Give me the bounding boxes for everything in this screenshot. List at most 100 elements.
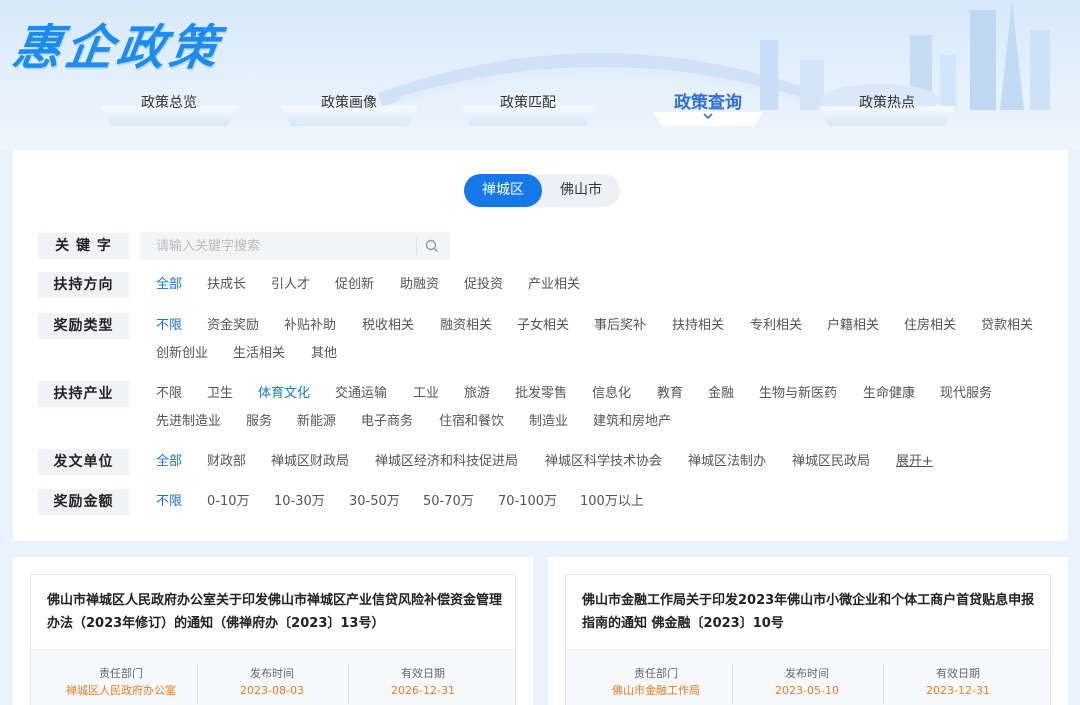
filter-option[interactable]: 现代服务 <box>940 381 992 407</box>
filter-row-reward-type: 奖励类型 不限 资金奖励 补贴补助 税收相关 融资相关 子女相关 事后奖补 扶持… <box>38 313 1058 369</box>
filter-option[interactable]: 住房相关 <box>904 313 956 339</box>
nav-item-matching[interactable]: 政策匹配 <box>459 84 597 128</box>
filter-option[interactable]: 贷款相关 <box>981 313 1033 339</box>
nav-label: 政策总览 <box>141 95 197 111</box>
policy-card-container: 佛山市禅城区人民政府办公室关于印发佛山市禅城区产业信贷风险补偿资金管理办法（20… <box>13 557 533 705</box>
meta-dept: 责任部门 佛山市金融工作局 <box>581 666 731 700</box>
filter-option[interactable]: 生命健康 <box>863 381 915 407</box>
meta-label: 发布时间 <box>785 667 829 680</box>
filter-panel: 禅城区 佛山市 关 键 字 扶持方向 全部 扶成长 引人才 促创新 助融资 促投… <box>13 150 1068 541</box>
filter-option[interactable]: 税收相关 <box>362 313 414 339</box>
filter-option[interactable]: 信息化 <box>592 381 631 407</box>
filter-option[interactable]: 体育文化 <box>258 381 310 407</box>
policy-title[interactable]: 佛山市禅城区人民政府办公室关于印发佛山市禅城区产业信贷风险补偿资金管理办法（20… <box>47 589 503 635</box>
meta-dept: 责任部门 禅城区人民政府办公室 <box>46 666 196 700</box>
filter-option[interactable]: 10-30万 <box>274 489 325 515</box>
nav-item-portrait[interactable]: 政策画像 <box>280 84 418 128</box>
search-input[interactable] <box>140 232 414 260</box>
meta-value: 2023-05-10 <box>775 684 839 697</box>
filter-option[interactable]: 不限 <box>156 489 182 515</box>
policy-title[interactable]: 佛山市金融工作局关于印发2023年佛山市小微企业和个体工商户首贷贴息申报指南的通… <box>582 589 1038 635</box>
filter-option[interactable]: 生物与新医药 <box>759 381 837 407</box>
filter-option[interactable]: 禅城区民政局 <box>792 449 870 475</box>
policy-card[interactable]: 佛山市金融工作局关于印发2023年佛山市小微企业和个体工商户首贷贴息申报指南的通… <box>565 574 1051 705</box>
nav-item-hotspot[interactable]: 政策热点 <box>818 84 956 128</box>
filter-option[interactable]: 补贴补助 <box>284 313 336 339</box>
nav-label: 政策画像 <box>321 95 377 111</box>
meta-publish: 发布时间 2023-08-03 <box>197 666 347 700</box>
policy-meta: 责任部门 佛山市金融工作局 发布时间 2023-05-10 有效日期 2023-… <box>566 649 1050 705</box>
filter-row-keyword: 关 键 字 <box>38 232 1058 262</box>
filter-option[interactable]: 卫生 <box>207 381 233 407</box>
filter-option[interactable]: 禅城区法制办 <box>688 449 766 475</box>
meta-label: 有效日期 <box>401 667 445 680</box>
filter-option[interactable]: 电子商务 <box>361 409 413 435</box>
region-option-chancheng[interactable]: 禅城区 <box>464 174 542 207</box>
filter-option[interactable]: 专利相关 <box>750 313 802 339</box>
filter-option[interactable]: 50-70万 <box>423 489 474 515</box>
nav-label: 政策匹配 <box>500 95 556 111</box>
filter-option[interactable]: 30-50万 <box>349 489 400 515</box>
meta-value: 禅城区人民政府办公室 <box>66 684 176 697</box>
filter-option[interactable]: 财政部 <box>207 449 246 475</box>
filter-option[interactable]: 不限 <box>156 381 182 407</box>
filter-option[interactable]: 100万以上 <box>580 489 644 515</box>
filter-option[interactable]: 全部 <box>156 272 182 298</box>
nav-item-overview[interactable]: 政策总览 <box>100 84 238 128</box>
filter-label: 关 键 字 <box>38 233 129 259</box>
filter-option[interactable]: 禅城区科学技术协会 <box>545 449 662 475</box>
filter-option[interactable]: 0-10万 <box>207 489 250 515</box>
filter-option[interactable]: 教育 <box>657 381 683 407</box>
filter-option[interactable]: 禅城区财政局 <box>271 449 349 475</box>
filter-option[interactable]: 产业相关 <box>528 272 580 298</box>
policy-card[interactable]: 佛山市禅城区人民政府办公室关于印发佛山市禅城区产业信贷风险补偿资金管理办法（20… <box>30 574 516 705</box>
filter-option[interactable]: 创新创业 <box>156 341 208 367</box>
filter-option[interactable]: 建筑和房地产 <box>593 409 671 435</box>
filter-option[interactable]: 住宿和餐饮 <box>439 409 504 435</box>
filter-option[interactable]: 户籍相关 <box>827 313 879 339</box>
search-box <box>140 232 450 260</box>
filter-option[interactable]: 不限 <box>156 313 182 339</box>
filter-option[interactable]: 先进制造业 <box>156 409 221 435</box>
meta-value: 佛山市金融工作局 <box>612 684 700 697</box>
filter-option[interactable]: 事后奖补 <box>594 313 646 339</box>
filter-row-issuer: 发文单位 全部 财政部 禅城区财政局 禅城区经济和科技促进局 禅城区科学技术协会… <box>38 449 1058 475</box>
nav-item-query[interactable]: 政策查询 <box>639 84 777 128</box>
filter-label: 发文单位 <box>38 449 129 475</box>
meta-label: 责任部门 <box>634 667 678 680</box>
filter-option[interactable]: 生活相关 <box>233 341 285 367</box>
filter-option[interactable]: 制造业 <box>529 409 568 435</box>
filter-row-amount: 奖励金额 不限 0-10万 10-30万 30-50万 50-70万 70-10… <box>38 489 1058 515</box>
filter-option[interactable]: 服务 <box>246 409 272 435</box>
filter-option[interactable]: 禅城区经济和科技促进局 <box>375 449 518 475</box>
filter-option[interactable]: 批发零售 <box>515 381 567 407</box>
filter-option[interactable]: 扶持相关 <box>672 313 724 339</box>
filter-option[interactable]: 旅游 <box>464 381 490 407</box>
meta-label: 有效日期 <box>936 667 980 680</box>
filter-option[interactable]: 子女相关 <box>517 313 569 339</box>
filter-option[interactable]: 促投资 <box>464 272 503 298</box>
filter-option[interactable]: 助融资 <box>400 272 439 298</box>
filter-option[interactable]: 交通运输 <box>335 381 387 407</box>
policy-card-container: 佛山市金融工作局关于印发2023年佛山市小微企业和个体工商户首贷贴息申报指南的通… <box>548 557 1068 705</box>
filter-option[interactable]: 融资相关 <box>440 313 492 339</box>
region-option-foshan[interactable]: 佛山市 <box>542 174 620 207</box>
filter-option[interactable]: 金融 <box>708 381 734 407</box>
filter-row-direction: 扶持方向 全部 扶成长 引人才 促创新 助融资 促投资 产业相关 <box>38 272 1058 298</box>
filter-option[interactable]: 扶成长 <box>207 272 246 298</box>
filter-option[interactable]: 工业 <box>413 381 439 407</box>
meta-valid: 有效日期 2026-12-31 <box>348 666 498 700</box>
expand-more-link[interactable]: 展开+ <box>896 449 933 475</box>
filter-option[interactable]: 资金奖励 <box>207 313 259 339</box>
filter-option[interactable]: 新能源 <box>297 409 336 435</box>
meta-label: 发布时间 <box>250 667 294 680</box>
filter-option[interactable]: 70-100万 <box>498 489 557 515</box>
brand-logo: 惠企政策 <box>9 20 226 76</box>
filter-option[interactable]: 其他 <box>311 341 337 367</box>
search-icon[interactable] <box>424 238 440 254</box>
filter-option[interactable]: 全部 <box>156 449 182 475</box>
filter-option[interactable]: 引人才 <box>271 272 310 298</box>
filter-row-industry: 扶持产业 不限 卫生 体育文化 交通运输 工业 旅游 批发零售 信息化 教育 金… <box>38 381 1058 437</box>
filter-option[interactable]: 促创新 <box>335 272 374 298</box>
page-header: 惠企政策 政策总览 政策画像 政策匹配 政策查询 政策热点 <box>0 0 1080 150</box>
